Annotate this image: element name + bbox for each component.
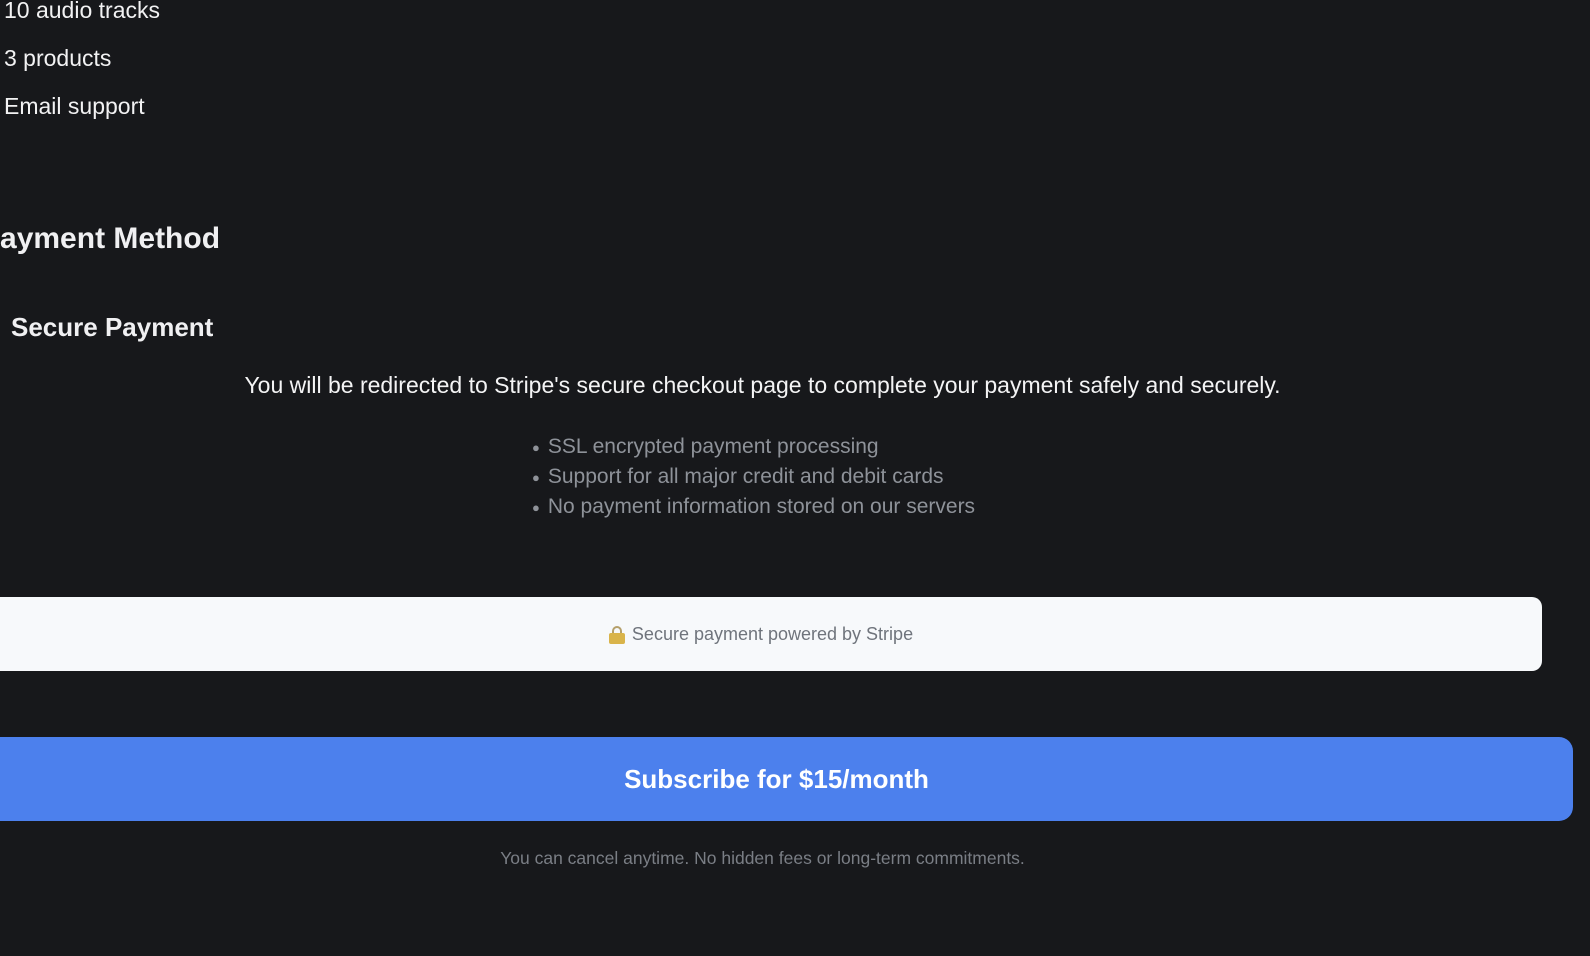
plan-features-list: 10 audio tracks 3 products Email support: [4, 0, 160, 130]
secure-payment-title: Secure Payment: [11, 312, 214, 342]
redirect-description: You will be redirected to Stripe's secur…: [244, 372, 1281, 398]
feature-item: Email support: [4, 93, 145, 119]
subscribe-button[interactable]: Subscribe for $15/month: [0, 737, 1573, 821]
subscription-checkout-page: 10 audio tracks 3 products Email support…: [0, 0, 1590, 956]
cancel-anytime-note: You can cancel anytime. No hidden fees o…: [500, 848, 1025, 868]
list-item: ● No payment information stored on our s…: [532, 492, 975, 522]
bullet-icon: ●: [532, 439, 540, 455]
feature-item: 10 audio tracks: [4, 0, 160, 23]
bullet-icon: ●: [532, 499, 540, 515]
stripe-notice-box: Secure payment powered by Stripe: [0, 597, 1542, 671]
payment-method-heading: Payment Method: [0, 222, 221, 255]
lock-icon: [608, 626, 625, 644]
list-item-text: Support for all major credit and debit c…: [547, 465, 944, 488]
bullet-icon: ●: [532, 469, 540, 485]
list-item-text: SSL encrypted payment processing: [547, 435, 879, 458]
list-item-text: No payment information stored on our ser…: [547, 495, 976, 518]
feature-item: 3 products: [4, 45, 112, 71]
list-item: ● SSL encrypted payment processing: [532, 432, 975, 462]
stripe-notice-text: Secure payment powered by Stripe: [631, 623, 914, 644]
security-features-list: ● SSL encrypted payment processing ● Sup…: [532, 432, 975, 522]
list-item: ● Support for all major credit and debit…: [532, 462, 975, 492]
